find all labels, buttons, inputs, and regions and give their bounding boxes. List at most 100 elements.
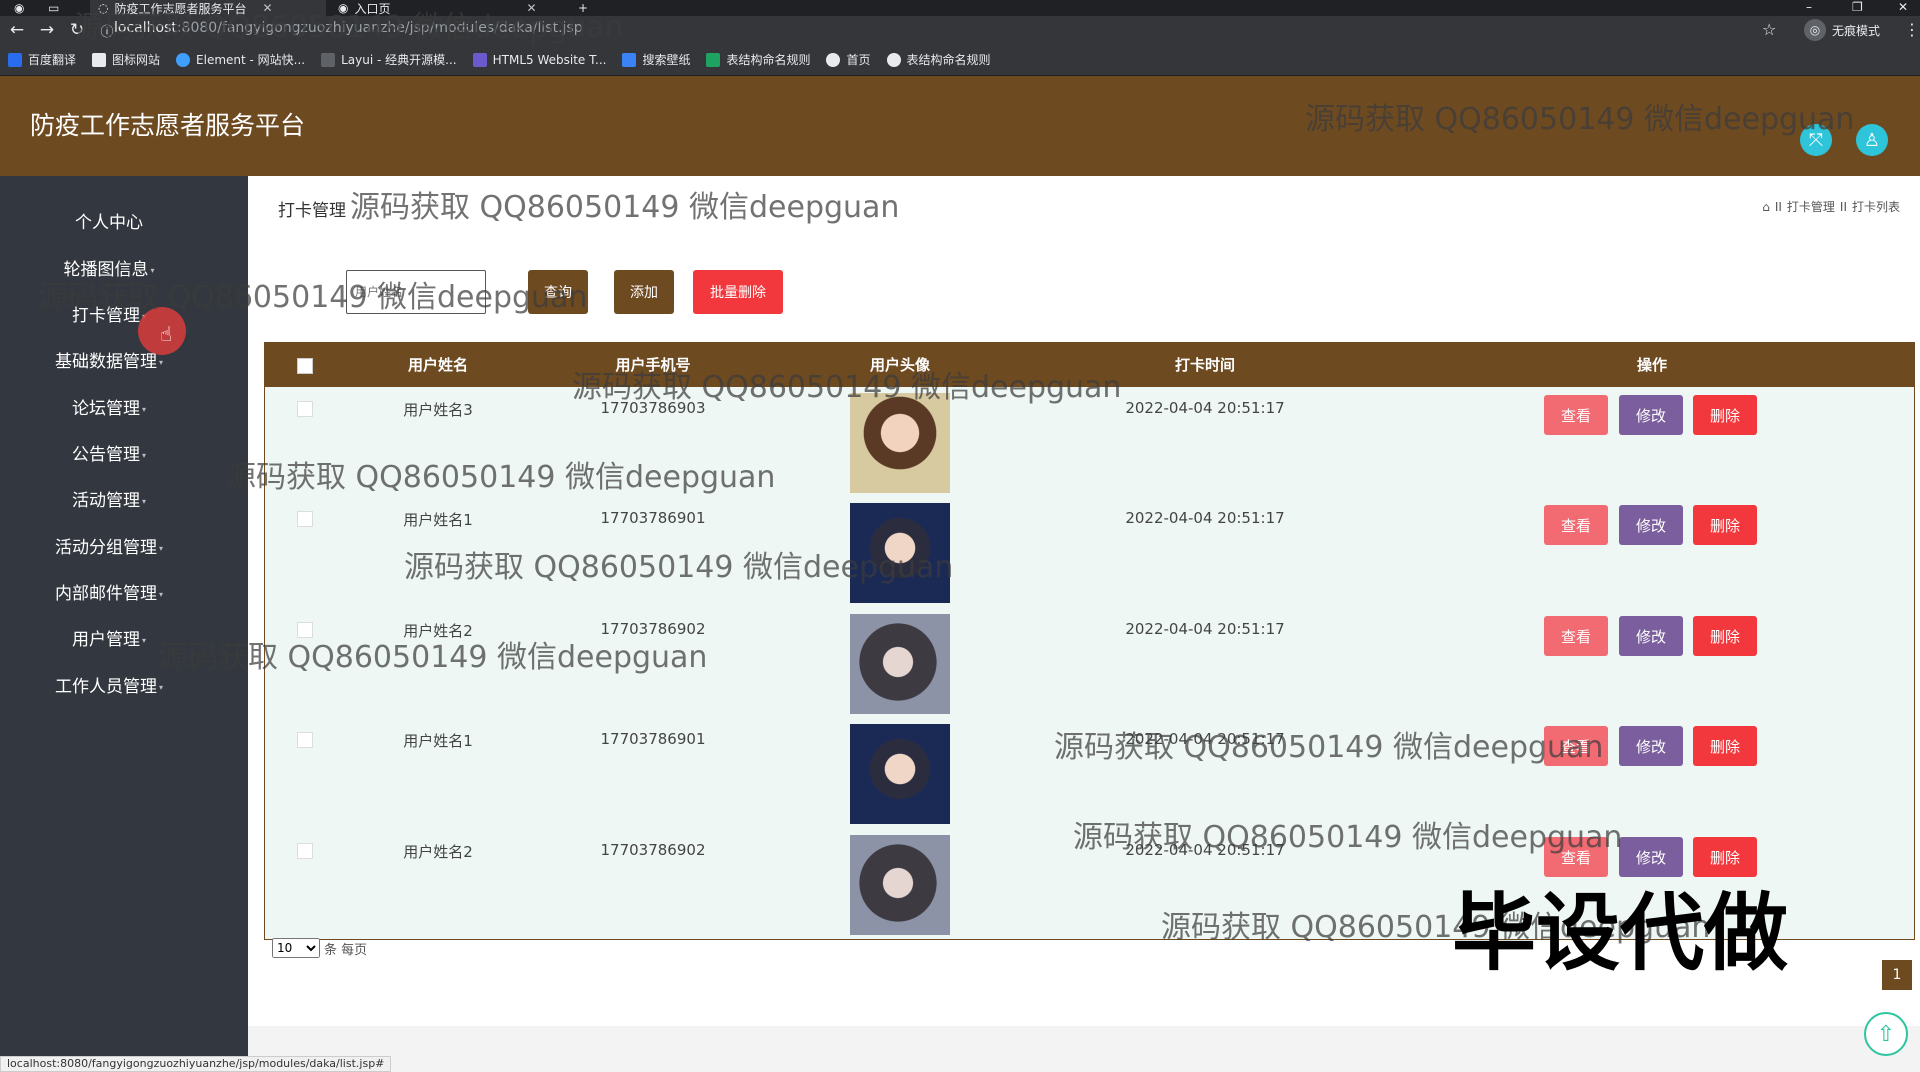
user-name-cell: 用户姓名1 (403, 732, 473, 750)
chevron-down-icon: ▾ (150, 265, 155, 275)
fullscreen-icon[interactable]: ⤧ (1800, 124, 1832, 156)
page-size-select[interactable]: 10 (272, 938, 320, 958)
bookmark-star-icon[interactable]: ☆ (1762, 20, 1776, 39)
minimize-icon[interactable]: – (1806, 0, 1812, 14)
row-checkbox[interactable] (297, 732, 313, 748)
bookmark-item[interactable]: Layui - 经典开源模... (321, 51, 457, 68)
select-all-checkbox[interactable] (297, 358, 313, 374)
sidebar-item-label: 论坛管理 (71, 399, 140, 419)
row-checkbox[interactable] (297, 511, 313, 527)
view-button[interactable]: 查看 (1544, 616, 1608, 656)
browser-menu-icon[interactable]: ◉ (6, 0, 32, 16)
tab-close-icon[interactable]: ✕ (263, 1, 273, 15)
delete-button[interactable]: 删除 (1693, 616, 1757, 656)
delete-button[interactable]: 删除 (1693, 505, 1757, 545)
view-button[interactable]: 查看 (1544, 395, 1608, 435)
sheet-icon (706, 52, 721, 67)
row-checkbox[interactable] (297, 843, 313, 859)
sidebar-item-notice[interactable]: 公告管理 ▾ (0, 440, 218, 465)
sidebar-item-users[interactable]: 用户管理 ▾ (0, 625, 218, 650)
reload-icon[interactable]: ↻ (64, 20, 90, 40)
bookmark-item[interactable]: 表结构命名规则 (706, 51, 810, 68)
query-button[interactable]: 查询 (528, 270, 588, 314)
new-tab-icon[interactable]: + (570, 0, 596, 16)
row-checkbox[interactable] (297, 401, 313, 417)
edit-button[interactable]: 修改 (1619, 726, 1683, 766)
tab-platform[interactable]: ◌ 防疫工作志愿者服务平台 ✕ (90, 0, 326, 16)
bookmark-label: 百度翻译 (28, 53, 77, 67)
bookmark-item[interactable]: 图标网站 (92, 51, 160, 68)
delete-button[interactable]: 删除 (1693, 395, 1757, 435)
edit-button[interactable]: 修改 (1619, 837, 1683, 877)
tab-search-icon[interactable]: ▭ (40, 0, 67, 16)
sidebar-item-checkin[interactable]: 打卡管理▾ (0, 301, 218, 326)
checkin-time-cell: 2022-04-04 20:51:17 (1125, 399, 1285, 417)
user-phone-cell: 17703786903 (600, 399, 706, 417)
bookmark-item[interactable]: Element - 网站快... (176, 51, 305, 68)
sidebar-item-activity-group[interactable]: 活动分组管理 ▾ (0, 533, 218, 558)
delete-button[interactable]: 删除 (1693, 726, 1757, 766)
restore-icon[interactable]: ❐ (1852, 0, 1863, 14)
breadcrumb: ⌂ II 打卡管理 II 打卡列表 (1762, 198, 1900, 215)
edit-button[interactable]: 修改 (1619, 616, 1683, 656)
sidebar-item-label: 内部邮件管理 (54, 584, 157, 604)
user-phone-cell: 17703786902 (600, 841, 706, 859)
url-path: :8080/fangyigongzuozhiyuanzhe/jsp/module… (176, 20, 583, 36)
address-bar[interactable]: localhost:8080/fangyigongzuozhiyuanzhe/j… (114, 20, 583, 36)
chevron-down-icon: ▾ (158, 543, 163, 553)
table-row: 用户姓名3 17703786903 2022-04-04 20:51:17 查看… (265, 387, 1914, 497)
search-input[interactable] (346, 270, 486, 314)
back-icon[interactable]: ← (4, 20, 30, 40)
chevron-down-icon: ▾ (141, 635, 146, 645)
user-icon[interactable]: ♙ (1856, 124, 1888, 156)
sidebar-item-personal-center[interactable]: 个人中心 (0, 208, 218, 233)
tab-close-icon[interactable]: ✕ (527, 1, 537, 15)
user-name-cell: 用户姓名3 (403, 401, 473, 419)
view-button[interactable]: 查看 (1544, 505, 1608, 545)
breadcrumb-separator: II (1839, 199, 1847, 214)
checkin-table: 用户姓名 用户手机号 用户头像 打卡时间 操作 用户姓名3 1770378690… (264, 342, 1915, 940)
column-header[interactable]: 打卡时间 (1175, 343, 1235, 387)
home-icon[interactable]: ⌂ (1762, 200, 1770, 214)
forward-icon[interactable]: → (34, 20, 60, 40)
batch-delete-button[interactable]: 批量删除 (693, 270, 783, 314)
bookmark-label: 图标网站 (112, 53, 161, 67)
sidebar-item-label: 基础数据管理 (54, 352, 157, 372)
close-window-icon[interactable]: ✕ (1898, 0, 1908, 14)
delete-button[interactable]: 删除 (1693, 837, 1757, 877)
view-button[interactable]: 查看 (1544, 837, 1608, 877)
incognito-label: 无痕模式 (1831, 23, 1880, 38)
bookmarks-bar: 百度翻译 图标网站 Element - 网站快... Layui - 经典开源模… (0, 44, 1920, 76)
page-title: 打卡管理 (278, 201, 346, 221)
status-bar-url: localhost:8080/fangyigongzuozhiyuanzhe/j… (0, 1056, 392, 1072)
tab-entry[interactable]: ◉ 入口页 ✕ (330, 0, 560, 16)
sidebar-item-forum[interactable]: 论坛管理 ▾ (0, 394, 218, 419)
view-button[interactable]: 查看 (1544, 726, 1608, 766)
browser-menu-dots-icon[interactable]: ⋮ (1904, 20, 1920, 39)
chevron-down-icon: ▾ (158, 589, 163, 599)
bookmark-item[interactable]: 首页 (826, 51, 871, 68)
scroll-to-top-icon[interactable]: ⇧ (1864, 1012, 1908, 1056)
sidebar-item-staff[interactable]: 工作人员管理 ▾ (0, 672, 218, 697)
row-checkbox[interactable] (297, 622, 313, 638)
edit-button[interactable]: 修改 (1619, 505, 1683, 545)
bookmark-item[interactable]: 搜索壁纸 (622, 51, 690, 68)
edit-button[interactable]: 修改 (1619, 395, 1683, 435)
incognito-indicator[interactable]: ◎ 无痕模式 (1803, 19, 1880, 41)
sidebar-item-base-data[interactable]: 基础数据管理 ▾ (0, 347, 218, 372)
table-header: 用户姓名 用户手机号 用户头像 打卡时间 操作 (265, 343, 1914, 387)
column-header[interactable]: 用户姓名 (408, 343, 468, 387)
table-row: 用户姓名1 17703786901 2022-04-04 20:51:17 查看… (265, 718, 1914, 828)
user-phone-cell: 17703786901 (600, 509, 706, 527)
sidebar-item-activity[interactable]: 活动管理 ▾ (0, 486, 218, 511)
sidebar-item-internal-mail[interactable]: 内部邮件管理 ▾ (0, 579, 218, 604)
column-header[interactable]: 用户手机号 (615, 343, 690, 387)
add-button[interactable]: 添加 (614, 270, 674, 314)
sidebar-item-carousel[interactable]: 轮播图信息 ▾ (0, 255, 218, 280)
bookmark-item[interactable]: 百度翻译 (8, 51, 76, 68)
user-name-cell: 用户姓名2 (403, 843, 473, 861)
bookmark-item[interactable]: HTML5 Website T... (472, 52, 606, 67)
current-page-button[interactable]: 1 (1882, 960, 1912, 990)
breadcrumb-item[interactable]: 打卡管理 (1787, 198, 1835, 215)
bookmark-item[interactable]: 表结构命名规则 (886, 51, 991, 68)
